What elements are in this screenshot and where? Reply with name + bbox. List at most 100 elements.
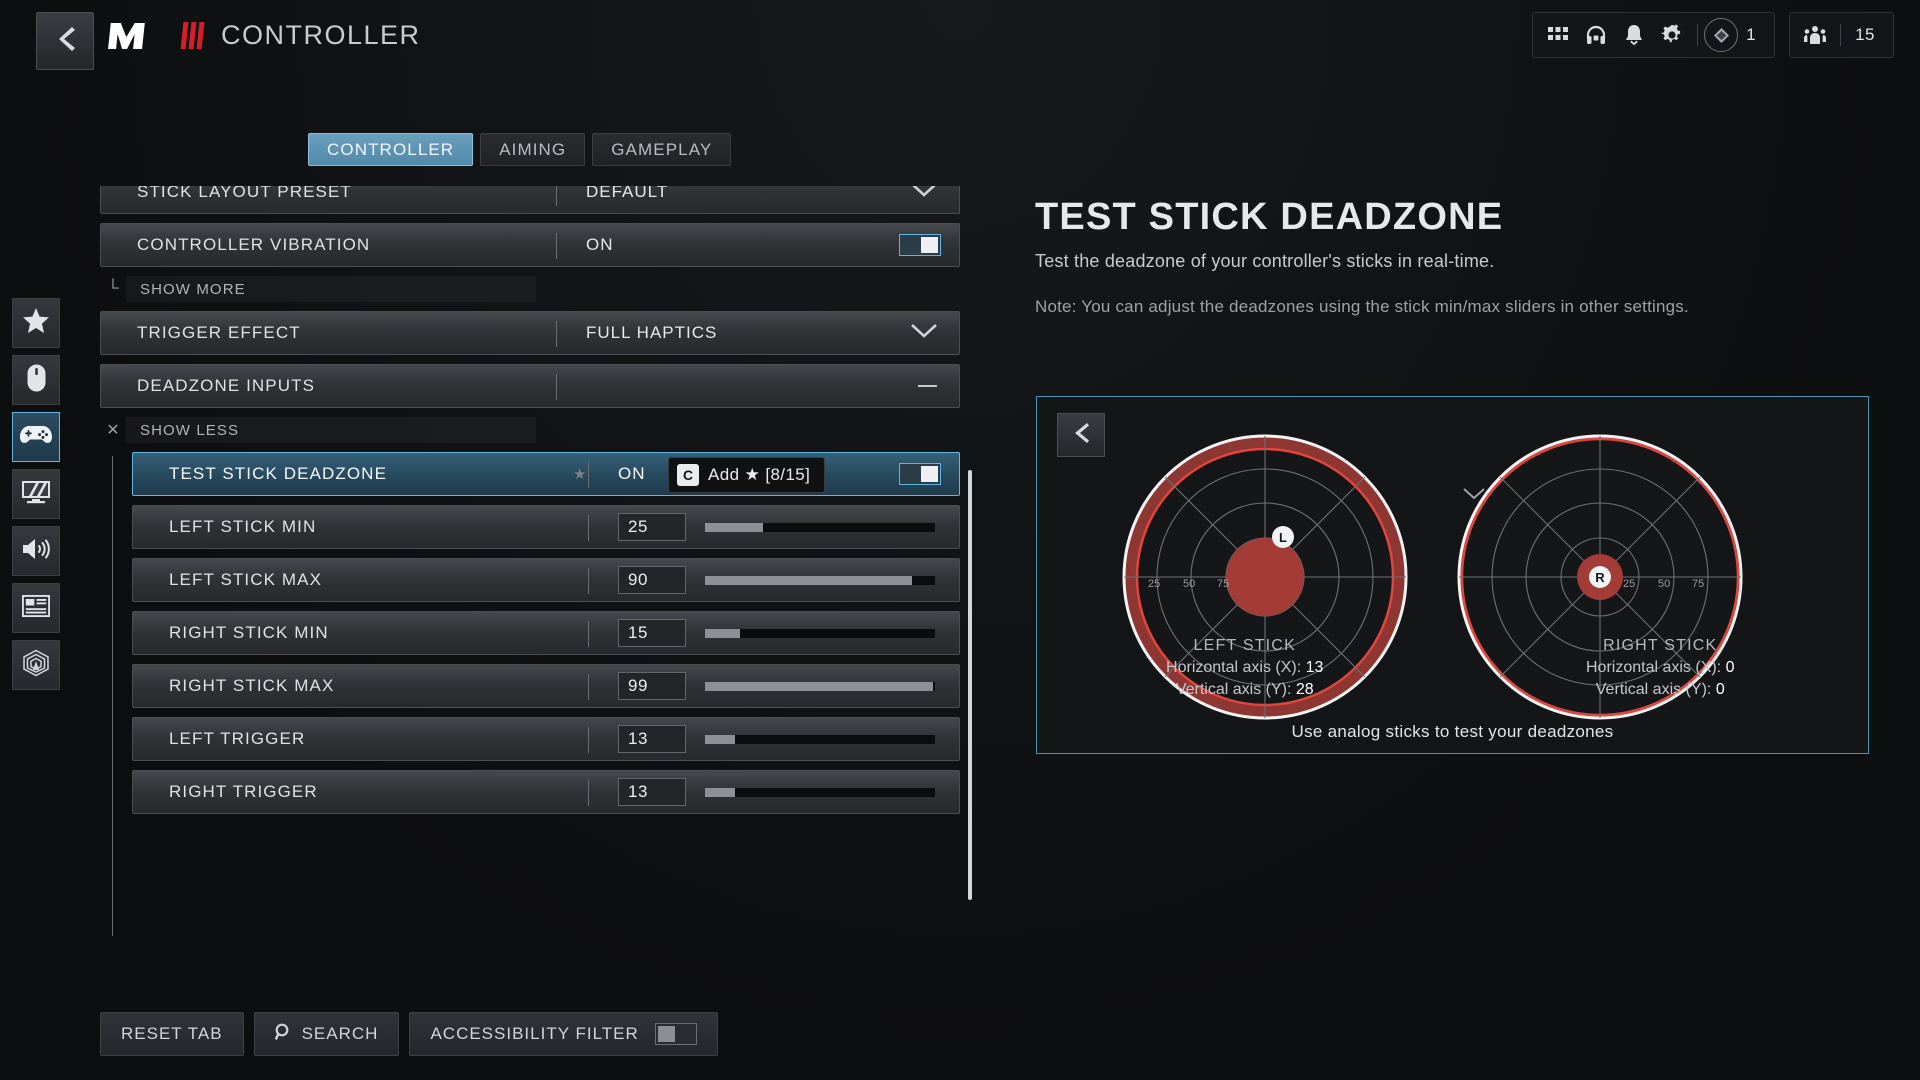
setting-row-stick-layout-preset[interactable]: STICK LAYOUT PRESET DEFAULT: [100, 186, 960, 214]
value-box[interactable]: 13: [618, 725, 686, 753]
value-box[interactable]: 99: [618, 672, 686, 700]
accessibility-filter-button[interactable]: ACCESSIBILITY FILTER: [409, 1012, 718, 1056]
row-divider: [556, 374, 557, 400]
slider-left-trigger[interactable]: [705, 734, 935, 744]
setting-row-left-trigger[interactable]: LEFT TRIGGER 13: [132, 717, 960, 761]
settings-screen: CONTROLLER 1 15 CONTROLLER AIMING GAMEPL…: [0, 0, 1920, 1080]
tree-branch-icon: └: [107, 280, 119, 297]
show-less-button[interactable]: SHOW LESS: [126, 417, 536, 443]
right-stick-y-value: 0: [1715, 681, 1725, 698]
tooltip-text: Add ★ [8/15]: [708, 465, 811, 484]
setting-row-right-stick-max[interactable]: RIGHT STICK MAX 99: [132, 664, 960, 708]
tick-50: 50: [1183, 578, 1195, 590]
header-divider-2: [1840, 24, 1842, 46]
slider-left-stick-max[interactable]: [705, 575, 935, 585]
value-box[interactable]: 15: [618, 619, 686, 647]
toggle-test-stick-deadzone[interactable]: [899, 463, 941, 485]
settings-scrollbar[interactable]: [968, 470, 972, 900]
right-stick-readout: RIGHT STICK Horizontal axis (X): 0 Verti…: [1453, 637, 1869, 699]
chevron-down-icon[interactable]: [911, 186, 937, 202]
setting-label: TRIGGER EFFECT: [137, 323, 301, 342]
setting-value: 13: [628, 729, 648, 748]
setting-row-right-trigger[interactable]: RIGHT TRIGGER 13: [132, 770, 960, 814]
left-stick-y-value: 28: [1295, 681, 1314, 698]
headset-icon[interactable]: [1577, 13, 1615, 57]
key-badge-c: C: [677, 464, 699, 486]
left-stick-readout: LEFT STICK Horizontal axis (X): 13 Verti…: [1037, 637, 1453, 699]
right-stick-name: RIGHT STICK: [1603, 637, 1718, 654]
slider-right-trigger[interactable]: [705, 787, 935, 797]
favorite-star-icon[interactable]: ★: [573, 465, 586, 483]
setting-row-controller-vibration[interactable]: CONTROLLER VIBRATION ON: [100, 223, 960, 267]
layout-icon: [21, 594, 51, 622]
sidebar-item-mouse-keyboard[interactable]: [12, 355, 60, 405]
brand-and-title: CONTROLLER: [105, 20, 421, 51]
toggle-controller-vibration[interactable]: [899, 234, 941, 256]
stick-test-panel: 25 50 75 L 25 50 75 R LEFT STICK Horizon…: [1036, 396, 1869, 754]
setting-value: 90: [628, 570, 648, 589]
setting-row-test-stick-deadzone[interactable]: TEST STICK DEADZONE ★ ON: [132, 452, 960, 496]
rank-value: 1: [1746, 25, 1757, 44]
sidebar-item-favorites[interactable]: [12, 298, 60, 348]
show-less-label: SHOW LESS: [140, 421, 240, 439]
detail-title: TEST STICK DEADZONE: [1035, 196, 1504, 238]
gear-icon[interactable]: [1653, 13, 1691, 57]
panel-back-button[interactable]: [1057, 413, 1105, 457]
setting-row-left-stick-max[interactable]: LEFT STICK MAX 90: [132, 558, 960, 602]
tick-25: 25: [1148, 578, 1160, 590]
slider-left-stick-min[interactable]: [705, 522, 935, 532]
show-more-label: SHOW MORE: [140, 280, 246, 298]
setting-label: CONTROLLER VIBRATION: [137, 235, 371, 254]
header: CONTROLLER 1 15: [0, 0, 1920, 84]
sidebar-item-audio[interactable]: [12, 526, 60, 576]
slider-right-stick-min[interactable]: [705, 628, 935, 638]
setting-row-deadzone-inputs[interactable]: DEADZONE INPUTS: [100, 364, 960, 408]
right-stick-y: Vertical axis (Y): 0: [1453, 681, 1869, 699]
setting-row-left-stick-min[interactable]: LEFT STICK MIN 25: [132, 505, 960, 549]
reset-tab-button[interactable]: RESET TAB: [100, 1012, 244, 1056]
page-title: CONTROLLER: [221, 20, 421, 50]
bell-icon[interactable]: [1615, 13, 1653, 57]
back-button[interactable]: [36, 12, 94, 70]
speaker-icon: [22, 537, 51, 566]
left-stick-y-label: Vertical axis (Y):: [1175, 681, 1292, 698]
collapse-minus-icon[interactable]: [918, 385, 937, 387]
toggle-accessibility-filter[interactable]: [654, 1023, 697, 1045]
show-less-row[interactable]: ✕ SHOW LESS: [100, 417, 960, 443]
chevron-down-icon[interactable]: [911, 323, 937, 343]
row-divider: [588, 674, 589, 700]
setting-label: STICK LAYOUT PRESET: [137, 186, 352, 201]
setting-label: LEFT TRIGGER: [169, 729, 306, 748]
tab-gameplay[interactable]: GAMEPLAY: [592, 133, 732, 166]
search-button[interactable]: SEARCH: [253, 1012, 400, 1056]
value-box[interactable]: 90: [618, 566, 686, 594]
row-divider: [588, 780, 589, 806]
slider-right-stick-max[interactable]: [705, 681, 935, 691]
row-divider: [588, 621, 589, 647]
setting-row-right-stick-min[interactable]: RIGHT STICK MIN 15: [132, 611, 960, 655]
sidebar-item-controller[interactable]: [12, 412, 60, 462]
bottom-bar: RESET TAB SEARCH ACCESSIBILITY FILTER: [100, 1012, 718, 1056]
value-box[interactable]: 25: [618, 513, 686, 541]
setting-row-trigger-effect[interactable]: TRIGGER EFFECT FULL HAPTICS: [100, 311, 960, 355]
sidebar-item-graphics[interactable]: [12, 469, 60, 519]
sidebar-item-interface[interactable]: [12, 583, 60, 633]
grid-apps-icon[interactable]: [1539, 13, 1577, 57]
squad-value: 15: [1855, 25, 1875, 44]
sidebar-item-telemetry[interactable]: [12, 640, 60, 690]
row-divider: [556, 233, 557, 259]
monitor-icon: [21, 480, 51, 509]
sidebar-rail: [12, 298, 60, 690]
row-divider: [588, 462, 589, 488]
setting-label: RIGHT STICK MIN: [169, 623, 329, 642]
show-more-button[interactable]: SHOW MORE: [126, 276, 536, 302]
squad-icon[interactable]: [1796, 13, 1834, 57]
left-stick-x-value: 13: [1305, 659, 1324, 676]
star-icon: [23, 308, 49, 338]
tab-aiming[interactable]: AIMING: [480, 133, 586, 166]
value-box[interactable]: 13: [618, 778, 686, 806]
left-stick-y: Vertical axis (Y): 28: [1037, 681, 1453, 699]
show-more-row[interactable]: └ SHOW MORE: [100, 276, 960, 302]
setting-value: ON: [618, 464, 646, 483]
tab-controller[interactable]: CONTROLLER: [308, 133, 474, 166]
